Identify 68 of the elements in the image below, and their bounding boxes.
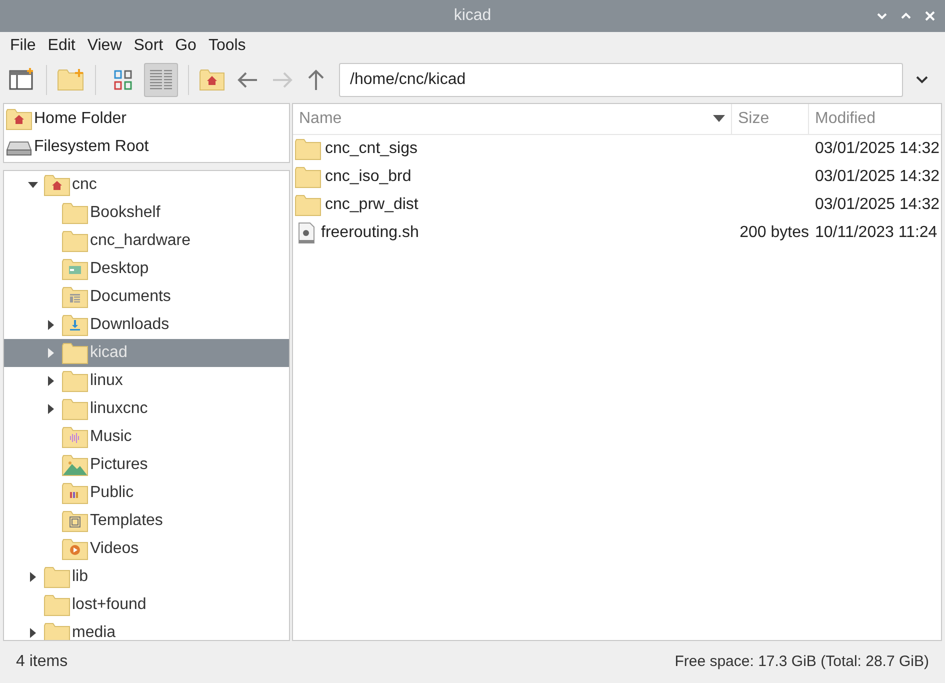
tree-item-label: Music [90,427,132,447]
tree-item-label: Pictures [90,455,148,475]
tree-item[interactable]: Desktop [4,255,289,283]
tree-item-label: Public [90,483,134,503]
home-folder-icon[interactable] [199,68,225,92]
menu-item[interactable]: Sort [128,34,170,58]
tree-item-label: Templates [90,511,163,531]
tree-item-label: linux [90,371,123,391]
file-modified: 10/11/2023 11:24 [815,223,938,243]
collapsed-arrow-icon[interactable] [46,320,56,330]
tree-item-label: Documents [90,287,171,307]
tree-item-label: kicad [90,343,128,363]
tree-item-label: linuxcnc [90,399,148,419]
collapsed-arrow-icon[interactable] [28,628,38,638]
tree-item[interactable]: linux [4,367,289,395]
file-modified: 03/01/2025 14:32 [815,139,940,159]
tree-item[interactable]: cnc [4,171,289,199]
expanded-arrow-icon[interactable] [28,180,38,190]
tree-item-label: Downloads [90,315,170,335]
list-view-button[interactable] [144,63,178,97]
tree-item-label: cnc [72,175,97,195]
column-header[interactable]: Name [293,104,732,134]
collapsed-arrow-icon[interactable] [28,572,38,582]
collapsed-arrow-icon[interactable] [46,376,56,386]
tree-item[interactable]: Downloads [4,311,289,339]
tree-item-label: Desktop [90,259,149,279]
file-name[interactable]: cnc_iso_brd [325,165,412,189]
places-item[interactable]: Filesystem Root [4,133,289,161]
tree-item[interactable]: Pictures [4,451,289,479]
window-title: kicad [454,6,492,26]
file-name[interactable]: cnc_cnt_sigs [325,137,418,161]
tree-item[interactable]: lost+found [4,591,289,619]
tree-item-label: Bookshelf [90,203,160,223]
menu-item[interactable]: Tools [202,34,252,58]
collapsed-arrow-icon[interactable] [46,404,56,414]
file-modified: 03/01/2025 14:32 [815,195,940,215]
file-name[interactable]: cnc_prw_dist [325,193,418,217]
tree-item[interactable]: lib [4,563,289,591]
column-header[interactable]: Size [732,104,809,134]
tree-item[interactable]: media [4,619,289,640]
column-header[interactable]: Modified [809,104,941,134]
menu-item[interactable]: Edit [42,34,82,58]
tree-item-label: lib [72,567,88,587]
tree-item[interactable]: cnc_hardware [4,227,289,255]
tree-item[interactable]: Bookshelf [4,199,289,227]
path-field[interactable]: /home/cnc/kicad [339,63,903,97]
tree-item[interactable]: Public [4,479,289,507]
grid-icon [112,69,134,91]
tree-item[interactable]: Music [4,423,289,451]
item-count: 4 items [16,652,68,672]
sort-arrow-icon [713,115,725,123]
close-icon[interactable] [923,9,937,23]
places-item[interactable]: Home Folder [4,105,289,133]
tree-item-label: lost+found [72,595,146,615]
tree-item-label: media [72,623,116,640]
menu-item[interactable]: Go [169,34,202,58]
tree-item-label: Videos [90,539,139,559]
menu-item[interactable]: File [4,34,42,58]
tree-item[interactable]: linuxcnc [4,395,289,423]
file-name[interactable]: freerouting.sh [321,221,419,245]
tree-item-label: cnc_hardware [90,231,190,251]
file-modified: 03/01/2025 14:32 [815,167,940,187]
tree-item[interactable]: Templates [4,507,289,535]
menu-item[interactable]: View [81,34,128,58]
tree-item[interactable]: Videos [4,535,289,563]
file-size: 200 bytes [740,223,809,243]
free-space: Free space: 17.3 GiB (Total: 28.7 GiB) [674,652,929,672]
tree-item[interactable]: Documents [4,283,289,311]
